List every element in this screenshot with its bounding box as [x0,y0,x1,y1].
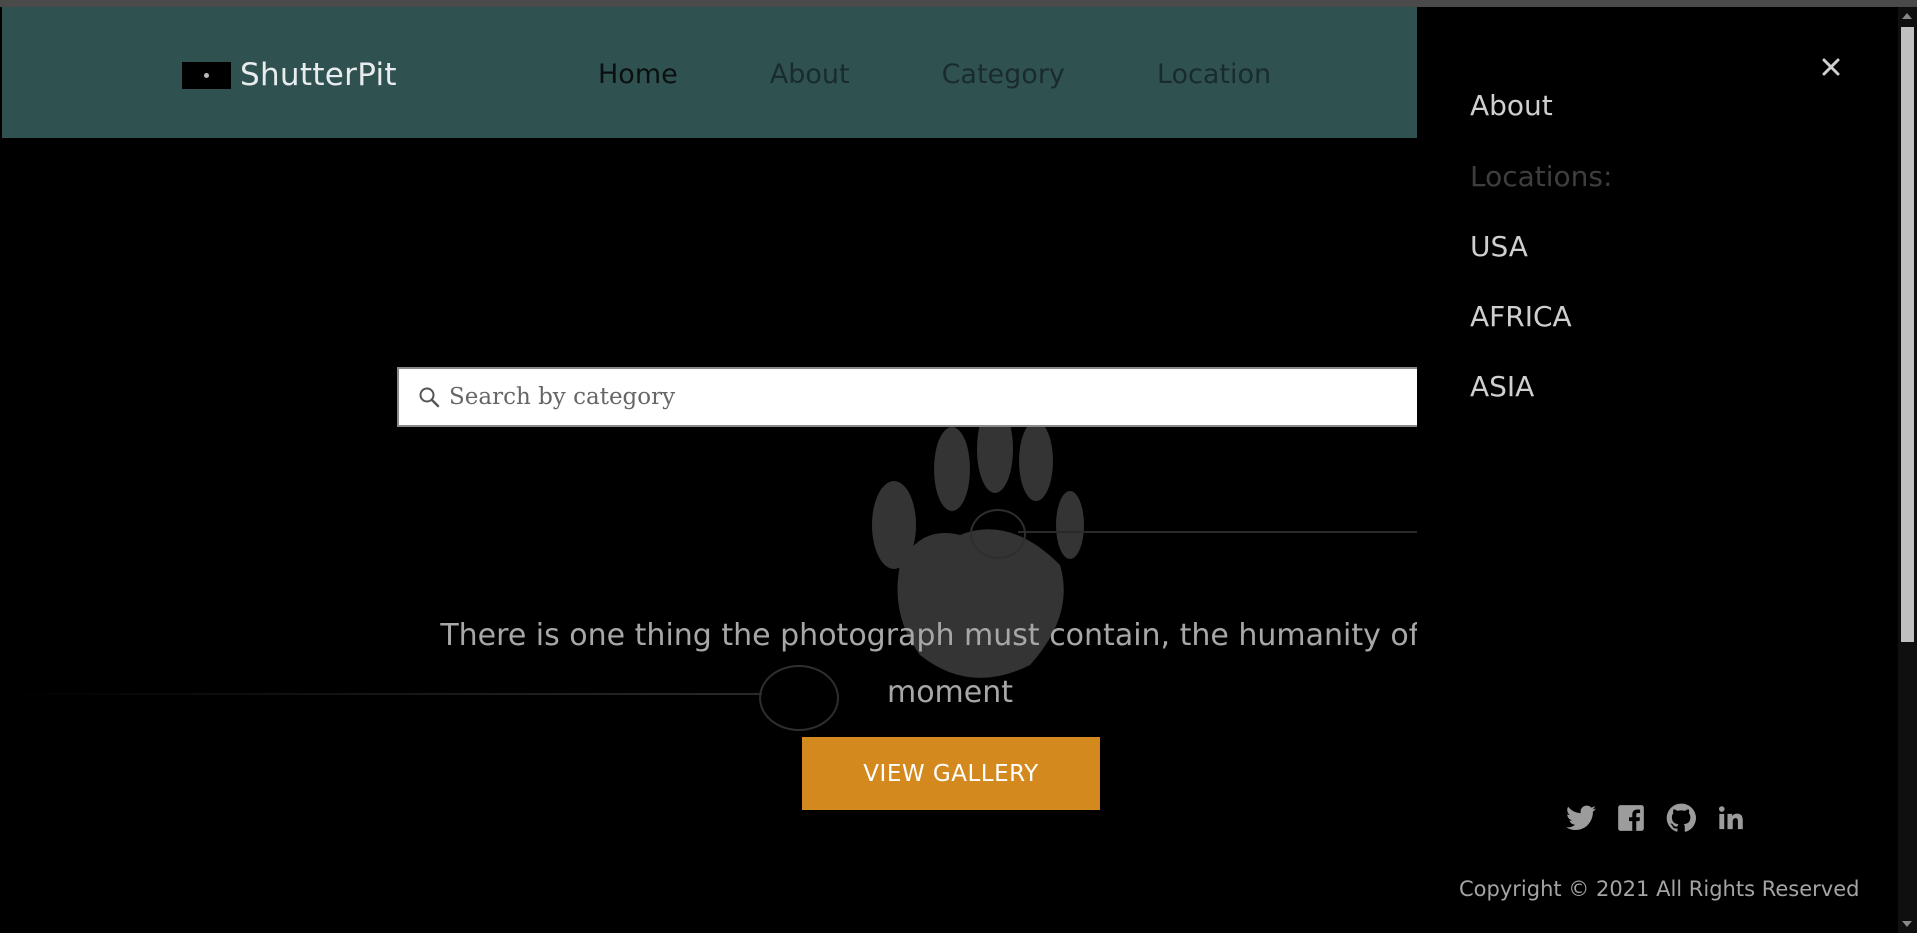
side-drawer: About Locations: USA AFRICA ASIA Copyrig… [1417,7,1898,933]
social-links [1565,802,1747,834]
site-header: ShutterPit Home About Category Location [2,7,1418,138]
nav-location[interactable]: Location [1157,59,1271,90]
nav-category[interactable]: Category [942,59,1065,90]
decorative-line-right [1018,531,1418,533]
drawer-link-africa[interactable]: AFRICA [1470,300,1572,333]
nav-home[interactable]: Home [598,59,678,90]
hero-section [2,138,1418,933]
view-gallery-button[interactable]: VIEW GALLERY [802,737,1100,810]
twitter-icon[interactable] [1565,802,1597,834]
drawer-link-usa[interactable]: USA [1470,230,1528,263]
site-logo[interactable]: ShutterPit [182,57,397,93]
scrollbar-thumb[interactable] [1901,27,1914,642]
drawer-locations-heading: Locations: [1470,160,1613,193]
logo-icon [182,61,231,89]
drawer-link-about[interactable]: About [1470,89,1553,122]
nav-about[interactable]: About [770,59,850,90]
hero-quote-line-2: moment [886,675,1014,710]
close-icon[interactable] [1815,51,1847,83]
scroll-up-arrow-icon[interactable] [1902,13,1912,19]
logo-text: ShutterPit [240,57,397,93]
hero-quote-line-1: There is one thing the photograph must c… [440,618,1460,653]
linkedin-icon[interactable] [1715,802,1747,834]
scroll-down-arrow-icon[interactable] [1902,921,1912,927]
search-input[interactable] [447,383,1351,411]
facebook-icon[interactable] [1615,802,1647,834]
category-search-bar[interactable] [397,367,1419,427]
main-nav: Home About Category Location [598,59,1363,90]
copyright-text: Copyright © 2021 All Rights Reserved [1459,877,1860,901]
page-scrollbar[interactable] [1898,7,1917,933]
search-icon [419,387,440,408]
decorative-ring-top [970,509,1026,559]
drawer-link-asia[interactable]: ASIA [1470,370,1534,403]
browser-top-strip [0,0,1917,7]
github-icon[interactable] [1665,802,1697,834]
